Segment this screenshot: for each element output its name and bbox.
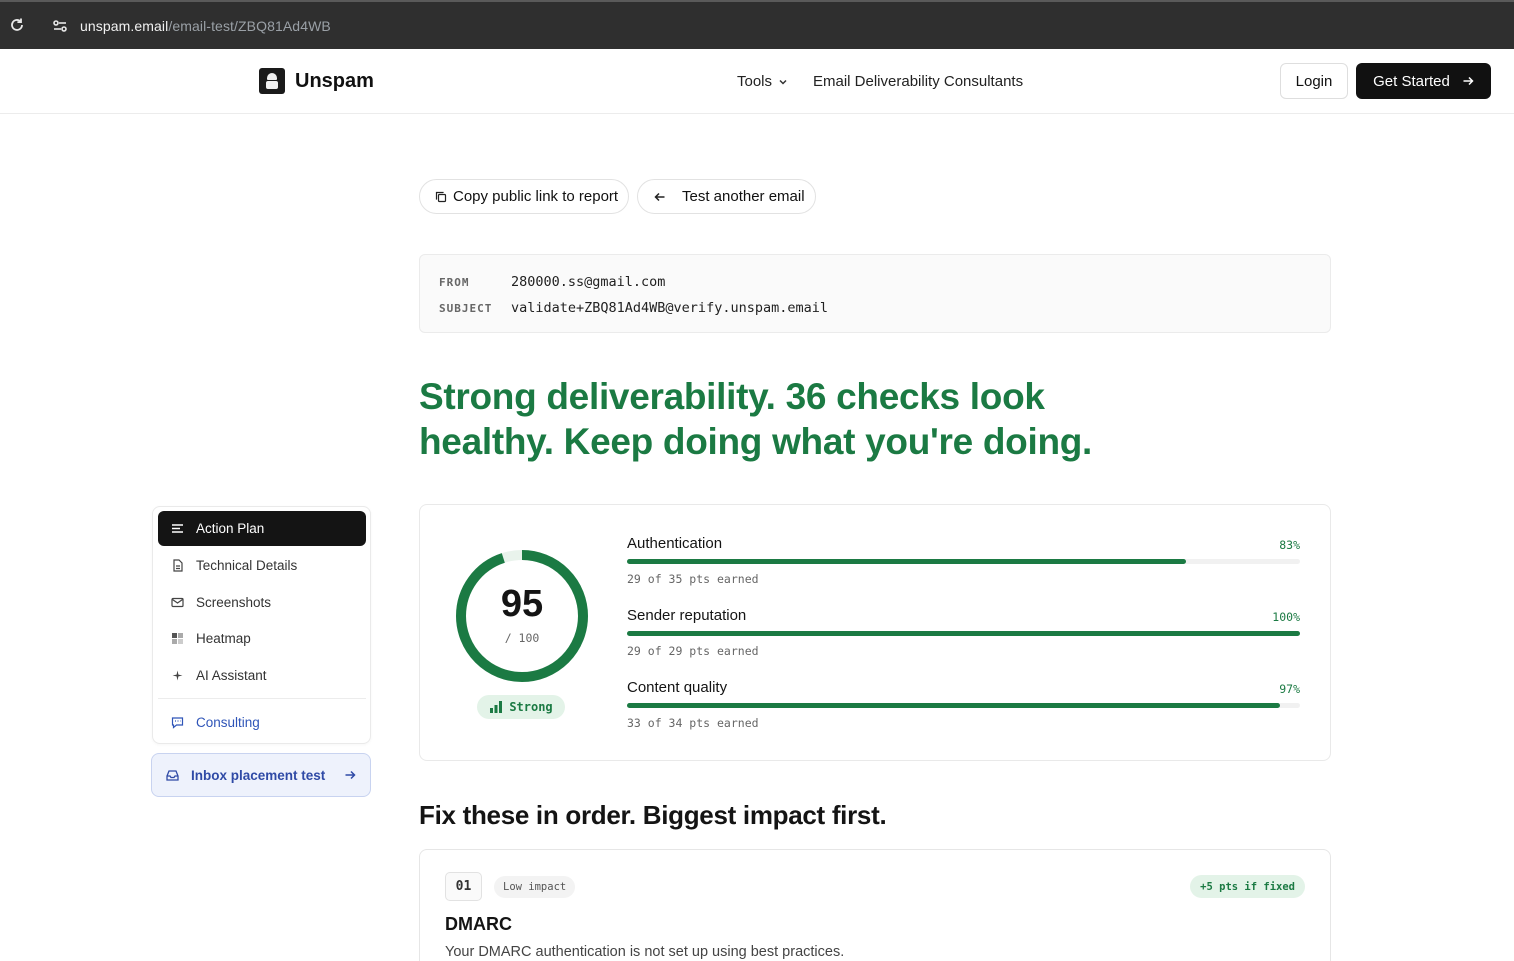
metric-percent: 83% — [1279, 538, 1300, 552]
impact-badge: Low impact — [494, 876, 576, 898]
list-icon — [172, 524, 183, 533]
sidebar-item-label: Screenshots — [196, 595, 272, 610]
issue-number: 01 — [445, 872, 482, 901]
document-icon — [173, 559, 183, 572]
copy-link-label: Copy public link to report — [453, 188, 619, 205]
metric-bar — [627, 631, 1300, 636]
status-badge-label: Strong — [509, 700, 553, 714]
signal-bars-icon — [490, 701, 503, 713]
issue-title: DMARC — [445, 914, 512, 934]
metric-bar — [627, 703, 1300, 708]
sidebar-item-action-plan[interactable]: Action Plan — [158, 511, 366, 546]
address-bar[interactable]: unspam.email/email-test/ZBQ81Ad4WB — [80, 18, 331, 34]
url-path: /email-test/ZBQ81Ad4WB — [168, 18, 331, 34]
test-another-label: Test another email — [682, 188, 805, 205]
site-header: Unspam Tools Email Deliverability Consul… — [0, 49, 1514, 114]
sidebar-item-heatmap[interactable]: Heatmap — [158, 621, 366, 656]
metric-bar-fill — [627, 631, 1300, 636]
inbox-placement-button[interactable]: Inbox placement test — [151, 753, 371, 797]
metric-percent: 100% — [1272, 610, 1300, 624]
nav-tools-menu[interactable]: Tools — [737, 73, 788, 90]
nav-consultants-link[interactable]: Email Deliverability Consultants — [813, 73, 1023, 90]
metric-points: 29 of 29 pts earned — [627, 644, 759, 658]
metric-sender-reputation: Sender reputation 100% 29 of 29 pts earn… — [627, 607, 1300, 667]
sidebar-item-label: AI Assistant — [196, 668, 267, 683]
subject-row: SUBJECT validate+ZBQ81Ad4WB@verify.unspa… — [439, 300, 828, 316]
issue-card[interactable]: 01 Low impact +5 pts if fixed DMARC Your… — [419, 849, 1331, 961]
arrow-right-icon — [1463, 76, 1474, 86]
from-row: FROM 280000.ss@gmail.com — [439, 274, 665, 290]
score-value: 95 — [500, 583, 544, 625]
metric-bar — [627, 559, 1300, 564]
fix-section-title: Fix these in order. Biggest impact first… — [419, 800, 887, 830]
sidebar-item-consulting[interactable]: Consulting — [158, 705, 366, 740]
metric-percent: 97% — [1279, 682, 1300, 696]
reload-icon[interactable] — [8, 16, 26, 34]
sidebar-divider — [158, 698, 366, 699]
arrow-right-icon — [345, 770, 356, 780]
get-started-button[interactable]: Get Started — [1356, 63, 1491, 99]
metric-content-quality: Content quality 97% 33 of 34 pts earned — [627, 679, 1300, 739]
mail-icon — [171, 597, 184, 608]
brand-name[interactable]: Unspam — [295, 70, 374, 93]
points-badge: +5 pts if fixed — [1190, 875, 1305, 898]
logo-icon[interactable] — [259, 68, 285, 94]
chat-icon — [171, 717, 184, 729]
sidebar-item-label: Heatmap — [196, 631, 251, 646]
grid-icon — [172, 633, 183, 644]
sidebar-item-label: Consulting — [196, 715, 260, 730]
sidebar-item-label: Action Plan — [196, 521, 265, 536]
nav-tools-label: Tools — [737, 73, 773, 90]
chevron-down-icon — [779, 79, 787, 85]
email-meta-card: FROM 280000.ss@gmail.com SUBJECT validat… — [419, 254, 1331, 333]
sidebar-item-technical-details[interactable]: Technical Details — [158, 548, 366, 583]
result-headline: Strong deliverability. 36 checks look he… — [419, 376, 1093, 462]
from-label: FROM — [439, 276, 470, 289]
sparkle-icon — [172, 670, 183, 681]
metric-name: Authentication — [627, 535, 723, 552]
copy-link-button[interactable]: Copy public link to report — [419, 179, 629, 214]
sidebar-item-ai-assistant[interactable]: AI Assistant — [158, 658, 366, 693]
browser-toolbar: unspam.email/email-test/ZBQ81Ad4WB — [0, 0, 1514, 49]
metric-points: 29 of 35 pts earned — [627, 572, 759, 586]
arrow-left-icon — [654, 192, 665, 201]
inbox-placement-label: Inbox placement test — [191, 767, 326, 783]
subject-label: SUBJECT — [439, 302, 493, 315]
metric-points: 33 of 34 pts earned — [627, 716, 759, 730]
report-sidebar: Action Plan Technical Details Screenshot… — [152, 506, 371, 744]
issue-description: Your DMARC authentication is not set up … — [445, 944, 845, 960]
score-denominator: / 100 — [504, 631, 540, 645]
metric-authentication: Authentication 83% 29 of 35 pts earned — [627, 535, 1300, 595]
subject-value: validate+ZBQ81Ad4WB@verify.unspam.email — [511, 300, 828, 316]
score-card: 95 / 100 Strong Authentication 83% 29 of… — [419, 504, 1331, 761]
metric-bar-fill — [627, 559, 1186, 564]
test-another-button[interactable]: Test another email — [637, 179, 816, 214]
metric-name: Content quality — [627, 679, 728, 696]
metric-name: Sender reputation — [627, 607, 747, 624]
copy-icon — [435, 191, 447, 202]
inbox-icon — [166, 769, 179, 781]
status-badge: Strong — [477, 695, 565, 719]
from-value: 280000.ss@gmail.com — [511, 274, 666, 290]
sidebar-item-label: Technical Details — [196, 558, 298, 573]
sidebar-item-screenshots[interactable]: Screenshots — [158, 585, 366, 620]
login-button[interactable]: Login — [1280, 63, 1348, 99]
get-started-label: Get Started — [1373, 72, 1450, 90]
url-host: unspam.email — [80, 18, 169, 34]
metric-bar-fill — [627, 703, 1280, 708]
site-settings-icon[interactable] — [51, 17, 69, 35]
